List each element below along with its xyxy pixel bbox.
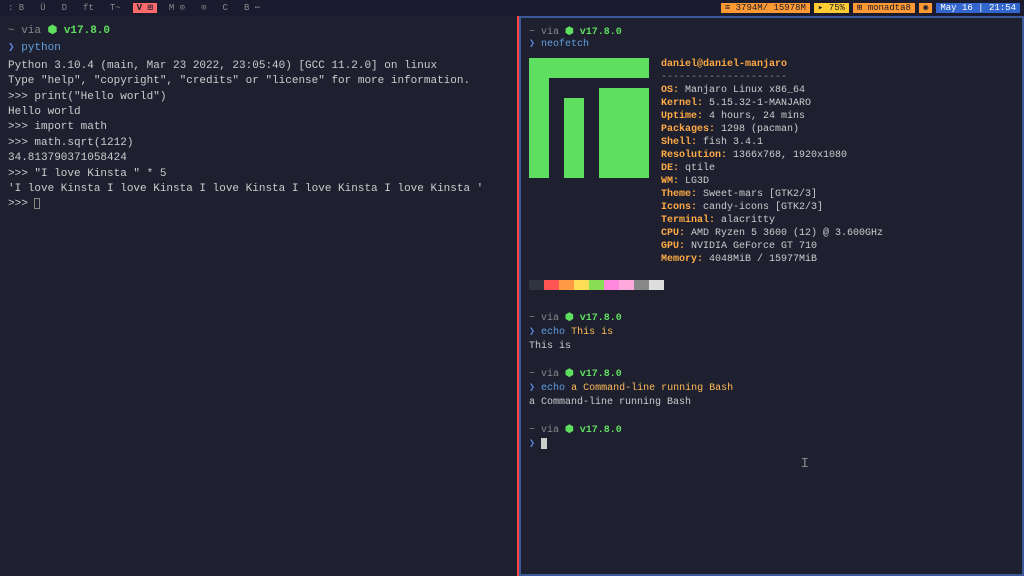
- ws-item[interactable]: M ⊙: [165, 3, 189, 13]
- ws-item[interactable]: D: [58, 3, 71, 13]
- commands-history: ~ via ⬢ v17.8.0 ❯ echo This is This is ~…: [521, 290, 1022, 460]
- terminal-line: >>>: [8, 197, 509, 212]
- topbar-status: ≡ 3794M/ 15978M ▸ 75% ⊞ monadta8 ◉ May 1…: [721, 3, 1020, 13]
- terminal-line: 34.813790371058424: [8, 151, 509, 166]
- node-version: ⬢ v17.8.0: [565, 313, 622, 324]
- node-version: ⬢ v17.8.0: [565, 425, 622, 436]
- left-terminal[interactable]: ~ via ⬢ v17.8.0 ❯ python Python 3.10.4 (…: [0, 16, 519, 576]
- node-version: ⬢ v17.8.0: [565, 369, 622, 380]
- topbar-workspaces: : B Ü D ft T~ V ⊞ M ⊙ ⊙ C B ⋯: [4, 3, 264, 13]
- terminal-line: 'I love Kinsta I love Kinsta I love Kins…: [8, 182, 509, 197]
- terminal-line: >>> import math: [8, 120, 509, 135]
- ws-item[interactable]: B ⋯: [240, 3, 264, 13]
- prompt-arrow-icon: ❯: [529, 383, 535, 394]
- prompt-path: ~ via: [529, 27, 559, 38]
- command-arg: This is: [571, 327, 613, 338]
- nf-separator: ---------------------: [661, 71, 1014, 84]
- prompt-path: ~ via: [8, 25, 41, 37]
- ws-item[interactable]: : B: [4, 3, 28, 13]
- right-terminal[interactable]: ~ via ⬢ v17.8.0 ❯ neofetch daniel@daniel…: [519, 16, 1024, 576]
- prompt-path: ~ via: [529, 313, 559, 324]
- neofetch-info: daniel@daniel-manjaro ------------------…: [661, 58, 1014, 266]
- prompt-arrow-icon: ❯: [529, 439, 535, 450]
- datetime: May 16 | 21:54: [936, 3, 1020, 13]
- node-version: ⬢ v17.8.0: [565, 27, 622, 38]
- terminal-line: Type "help", "copyright", "credits" or "…: [8, 74, 509, 89]
- terminal-line: >>> math.sqrt(1212): [8, 136, 509, 151]
- terminal-line: Python 3.10.4 (main, Mar 23 2022, 23:05:…: [8, 59, 509, 74]
- prompt-path: ~ via: [529, 425, 559, 436]
- prompt-path: ~ via: [529, 369, 559, 380]
- terminal-line: >>> "I love Kinsta " * 5: [8, 167, 509, 182]
- ws-item[interactable]: T~: [106, 3, 125, 13]
- color-palette: [529, 280, 1022, 290]
- node-version: ⬢ v17.8.0: [48, 25, 110, 37]
- ws-item[interactable]: C: [219, 3, 232, 13]
- top-bar: : B Ü D ft T~ V ⊞ M ⊙ ⊙ C B ⋯ ≡ 3794M/ 1…: [0, 0, 1024, 16]
- command-text: echo: [541, 327, 565, 338]
- ws-item[interactable]: ft: [79, 3, 98, 13]
- memory-indicator: ≡ 3794M/ 15978M: [721, 3, 810, 13]
- ws-item-active[interactable]: V ⊞: [133, 3, 157, 13]
- main-split: ~ via ⬢ v17.8.0 ❯ python Python 3.10.4 (…: [0, 16, 1024, 576]
- ws-item[interactable]: ⊙: [197, 3, 210, 13]
- window-title: ⊞ monadta8: [853, 3, 915, 13]
- battery-indicator: ▸ 75%: [814, 3, 849, 13]
- terminal-line: This is: [529, 340, 1014, 354]
- prompt-arrow-icon: ❯: [529, 327, 535, 338]
- terminal-line: a Command-line running Bash: [529, 396, 1014, 410]
- command-text: neofetch: [541, 39, 589, 50]
- command-arg: a Command-line running Bash: [571, 383, 733, 394]
- manjaro-logo-icon: [529, 58, 649, 178]
- command-text: python: [21, 42, 61, 54]
- mouse-cursor-icon: I: [801, 456, 809, 472]
- terminal-line: >>> print("Hello world"): [8, 90, 509, 105]
- neofetch-output: daniel@daniel-manjaro ------------------…: [521, 50, 1022, 274]
- os-icon: ◉: [919, 3, 932, 13]
- ws-item[interactable]: Ü: [36, 3, 49, 13]
- cursor-icon: [541, 438, 547, 449]
- prompt-arrow-icon: ❯: [8, 42, 15, 54]
- command-text: echo: [541, 383, 565, 394]
- nf-hostname: daniel@daniel-manjaro: [661, 58, 1014, 71]
- terminal-line: Hello world: [8, 105, 509, 120]
- prompt-arrow-icon: ❯: [529, 39, 535, 50]
- cursor-icon: [34, 198, 40, 209]
